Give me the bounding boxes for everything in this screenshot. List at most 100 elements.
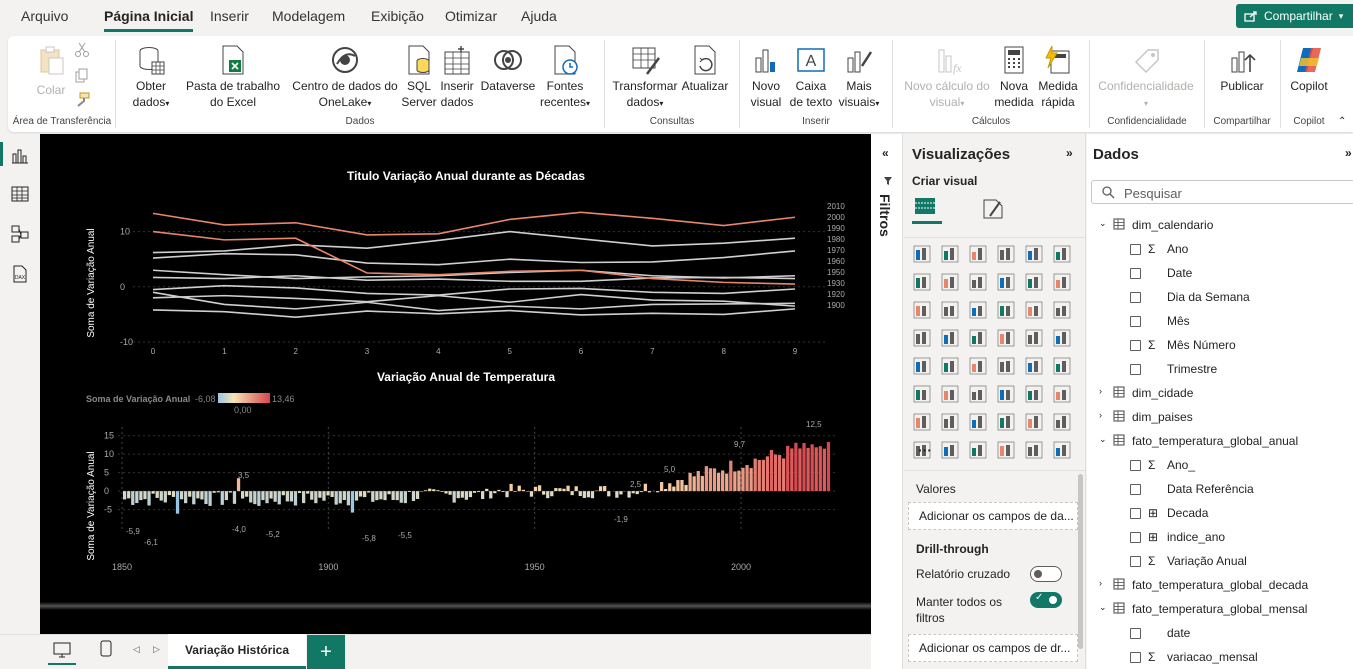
visual-type-6-5-icon[interactable] bbox=[1052, 412, 1074, 434]
bar[interactable] bbox=[240, 491, 245, 499]
bar[interactable] bbox=[184, 491, 188, 504]
bar[interactable] bbox=[700, 475, 704, 492]
bar[interactable] bbox=[749, 468, 753, 492]
bar[interactable] bbox=[615, 491, 619, 498]
menu-tab-modelagem[interactable]: Modelagem bbox=[272, 8, 345, 24]
bar[interactable] bbox=[777, 455, 782, 492]
bar[interactable] bbox=[769, 449, 774, 492]
bar[interactable] bbox=[562, 488, 566, 492]
visual-type-7-1-icon[interactable] bbox=[940, 440, 962, 462]
bar[interactable] bbox=[708, 468, 713, 492]
bar[interactable] bbox=[375, 491, 379, 501]
format-visual-icon[interactable] bbox=[980, 196, 1006, 222]
chevron-left-icon[interactable]: « bbox=[882, 146, 889, 160]
visual-type-3-0-icon[interactable] bbox=[912, 328, 934, 350]
dax-query-view-icon[interactable]: DAX bbox=[10, 264, 30, 284]
bar[interactable] bbox=[330, 491, 334, 498]
copilot-button[interactable]: Copilot bbox=[1286, 44, 1332, 94]
bar[interactable] bbox=[472, 491, 477, 493]
transform-data-button[interactable]: Transformar dados▾ bbox=[612, 44, 678, 112]
bar[interactable] bbox=[806, 447, 810, 492]
mobile-layout-icon[interactable] bbox=[100, 640, 112, 658]
bar[interactable] bbox=[204, 491, 208, 505]
bar[interactable] bbox=[131, 491, 135, 505]
bar[interactable] bbox=[163, 491, 167, 503]
visual-type-3-2-icon[interactable] bbox=[968, 328, 990, 350]
bar[interactable] bbox=[293, 491, 298, 506]
bar[interactable] bbox=[367, 491, 371, 493]
table-dim_calendario[interactable]: dim_calendario bbox=[1132, 218, 1213, 232]
bar[interactable] bbox=[159, 491, 163, 501]
field-checkbox[interactable] bbox=[1130, 244, 1141, 255]
bar[interactable] bbox=[277, 491, 281, 505]
bar[interactable] bbox=[297, 491, 302, 493]
field-checkbox[interactable] bbox=[1130, 316, 1141, 327]
bar[interactable] bbox=[639, 491, 643, 493]
bar[interactable] bbox=[289, 491, 294, 502]
model-view-icon[interactable] bbox=[10, 224, 30, 244]
field-Variação Anual[interactable]: Variação Anual bbox=[1167, 554, 1247, 568]
bar[interactable] bbox=[570, 491, 574, 496]
visual-type-6-2-icon[interactable] bbox=[968, 412, 990, 434]
bar[interactable] bbox=[729, 460, 733, 492]
bar[interactable] bbox=[436, 490, 440, 492]
bar[interactable] bbox=[346, 491, 351, 506]
more-visuals-button[interactable]: Mais visuais▾ bbox=[836, 44, 882, 112]
bar[interactable] bbox=[147, 491, 151, 506]
bar[interactable] bbox=[448, 491, 452, 495]
bar[interactable] bbox=[135, 491, 139, 504]
chevron-down-icon[interactable]: ⌄ bbox=[1099, 218, 1107, 229]
new-visual-button[interactable]: Novo visual bbox=[744, 44, 788, 110]
report-canvas[interactable]: Titulo Variação Anual durante as Décadas… bbox=[40, 134, 871, 634]
scissors-icon[interactable] bbox=[74, 42, 90, 58]
enter-data-button[interactable]: Inserir dados bbox=[435, 44, 479, 110]
visual-type-4-5-icon[interactable] bbox=[1052, 356, 1074, 378]
build-visual-tab[interactable] bbox=[912, 194, 942, 224]
report-view-icon[interactable] bbox=[10, 146, 30, 166]
field-indice_ano[interactable]: indice_ano bbox=[1167, 530, 1225, 544]
bar[interactable] bbox=[391, 491, 395, 500]
prev-page-icon[interactable]: ◁ bbox=[133, 644, 140, 655]
menu-tab-ajuda[interactable]: Ajuda bbox=[521, 8, 557, 24]
visual-type-7-2-icon[interactable] bbox=[968, 440, 990, 462]
bar[interactable] bbox=[810, 444, 814, 492]
field-checkbox[interactable] bbox=[1130, 484, 1141, 495]
bar[interactable] bbox=[322, 491, 326, 501]
quick-measure-button[interactable]: Medida rápida bbox=[1036, 44, 1080, 110]
bar[interactable] bbox=[676, 480, 680, 492]
visual-type-0-1-icon[interactable] bbox=[940, 244, 962, 266]
table-view-icon[interactable] bbox=[10, 184, 30, 204]
bar[interactable] bbox=[493, 491, 497, 494]
bar[interactable] bbox=[680, 479, 684, 492]
bar[interactable] bbox=[533, 486, 538, 492]
bar[interactable] bbox=[338, 491, 342, 504]
visual-type-5-4-icon[interactable] bbox=[1024, 384, 1046, 406]
values-drop-zone[interactable]: Adicionar os campos de da... bbox=[908, 502, 1078, 530]
bar[interactable] bbox=[582, 491, 586, 498]
bar[interactable] bbox=[200, 491, 204, 500]
bar[interactable] bbox=[688, 472, 692, 492]
bar[interactable] bbox=[318, 491, 322, 498]
visual-type-5-3-icon[interactable] bbox=[996, 384, 1018, 406]
share-button[interactable]: Compartilhar ▾ bbox=[1236, 4, 1353, 28]
bar[interactable] bbox=[566, 485, 570, 492]
bar[interactable] bbox=[704, 466, 709, 492]
menu-tab-exibicao[interactable]: Exibição bbox=[371, 8, 424, 24]
bar[interactable] bbox=[220, 491, 224, 505]
bar[interactable] bbox=[517, 485, 521, 492]
bar[interactable] bbox=[668, 483, 672, 492]
bar-chart[interactable]: Variação Anual de Temperatura Soma de Va… bbox=[40, 362, 871, 612]
visual-type-2-1-icon[interactable] bbox=[940, 300, 962, 322]
visual-type-3-5-icon[interactable] bbox=[1052, 328, 1074, 350]
visual-type-2-4-icon[interactable] bbox=[1024, 300, 1046, 322]
bar[interactable] bbox=[716, 472, 721, 492]
bar[interactable] bbox=[757, 459, 761, 492]
bar[interactable] bbox=[228, 491, 233, 493]
bar[interactable] bbox=[643, 483, 647, 492]
bar[interactable] bbox=[139, 491, 143, 501]
bar[interactable] bbox=[464, 491, 468, 500]
bar[interactable] bbox=[741, 467, 745, 492]
bar[interactable] bbox=[627, 491, 631, 498]
bar[interactable] bbox=[753, 458, 757, 492]
bar[interactable] bbox=[387, 491, 391, 495]
